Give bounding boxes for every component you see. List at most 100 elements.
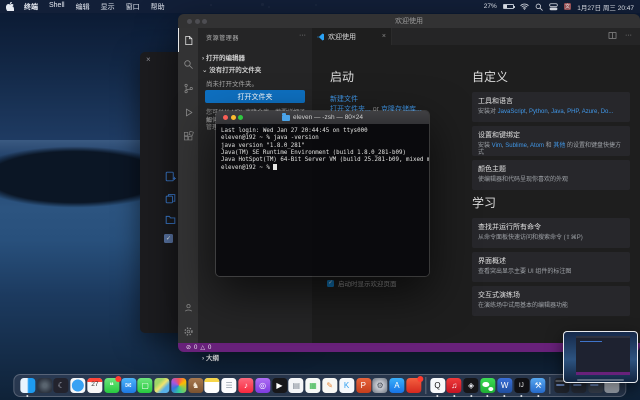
dock-item-dark-app-icon[interactable]: ◈	[464, 378, 479, 393]
dock-item-numbers-icon[interactable]: ▦	[306, 378, 321, 393]
search-icon[interactable]	[178, 52, 198, 76]
sidebar-more-icon[interactable]: ···	[299, 32, 306, 39]
welcome-card[interactable]: 交互式演练场在演练场中试用基本的编辑器功能	[472, 286, 630, 316]
dock-item-facetime-icon[interactable]: ▢	[138, 378, 153, 393]
dock-item-music-icon[interactable]: ♪	[238, 378, 253, 393]
menu-bar-menus: 终端 Shell 编辑 显示 窗口 帮助	[24, 2, 176, 12]
dock-item-xcode-icon[interactable]: ⚒	[531, 378, 546, 393]
dock-item-tv-icon[interactable]: ▶	[272, 378, 287, 393]
window-controls[interactable]	[223, 115, 243, 120]
battery-icon[interactable]	[503, 4, 514, 10]
dock-item-podcasts-icon[interactable]: ◎	[255, 378, 270, 393]
dock-item-red-app-icon[interactable]	[406, 378, 421, 393]
open-files-icon[interactable]	[165, 191, 176, 202]
menu-显示[interactable]: 显示	[101, 2, 115, 12]
menu-帮助[interactable]: 帮助	[151, 2, 165, 12]
screenshot-preview-thumbnail[interactable]	[563, 331, 638, 383]
running-indicator	[504, 395, 506, 397]
welcome-card[interactable]: 颜色主题使编辑器和代码呈现你喜欢的外观	[472, 160, 630, 190]
account-icon[interactable]	[178, 295, 198, 319]
start-heading: 启动	[330, 68, 354, 85]
tab-welcome[interactable]: 欢迎使用 ×	[312, 28, 392, 45]
tab-bar: 欢迎使用 × ···	[312, 28, 640, 45]
battery-percent: 27%	[484, 3, 497, 10]
open-folder-button[interactable]: 打开文件夹	[205, 90, 305, 103]
split-editor-icon[interactable]	[608, 31, 617, 40]
dock-item-notes-icon[interactable]	[205, 378, 220, 393]
dock-item-pages-icon[interactable]: ✎	[322, 378, 337, 393]
terminal-titlebar[interactable]: eleven — -zsh — 80×24	[216, 111, 429, 124]
dock-item-qq-icon[interactable]: Q	[430, 378, 445, 393]
terminal-line: Java(TM) SE Runtime Environment (build 1…	[221, 150, 424, 157]
dock: ☾ 27❝✉▢ ♞ ☰♪◎▶▤▦✎KP⚙A Q♫◈ WIJ⚒	[13, 374, 626, 397]
input-method-icon[interactable]: 文	[564, 3, 572, 11]
dock-item-system-preferences-icon[interactable]: ⚙	[373, 378, 388, 393]
editor-more-icon[interactable]: ···	[625, 32, 632, 39]
control-center-icon[interactable]	[549, 3, 558, 11]
running-indicator	[537, 395, 539, 397]
apple-menu-icon[interactable]	[6, 2, 14, 11]
open-editors-section[interactable]: › 打开的编辑器	[202, 52, 245, 62]
vscode-titlebar[interactable]: 欢迎使用	[178, 14, 640, 28]
dock-item-preview-icon[interactable]: ▤	[289, 378, 304, 393]
dock-item-app-store-icon[interactable]: A	[389, 378, 404, 393]
menu-编辑[interactable]: 编辑	[76, 2, 90, 12]
welcome-card[interactable]: 界面概述查看突出显示主要 UI 组件的标注图	[472, 252, 630, 282]
run-debug-icon[interactable]	[178, 100, 198, 124]
no-folder-section[interactable]: ⌄ 没有打开的文件夹	[202, 64, 261, 74]
dock-item-netease-music-icon[interactable]: ♫	[447, 378, 462, 393]
folder-proxy-icon	[282, 115, 290, 121]
terminal-content[interactable]: Last login: Wed Jan 27 20:44:45 on ttys0…	[216, 124, 429, 277]
menu-终端[interactable]: 终端	[24, 2, 38, 12]
background-checkbox[interactable]: ✓	[164, 234, 173, 243]
no-folder-text: 尚未打开文件夹。	[206, 78, 258, 88]
show-welcome-checkbox[interactable]: ✓ 启动时显示欢迎页面	[327, 278, 397, 288]
running-indicator	[470, 395, 472, 397]
dock-item-intellij-idea-icon[interactable]: IJ	[514, 378, 529, 393]
dock-item-finder-icon[interactable]	[20, 378, 35, 393]
learn-heading: 学习	[472, 194, 496, 211]
welcome-card[interactable]: 工具和语言安装对 JavaScript, Python, Java, PHP, …	[472, 92, 630, 122]
dock-item-photos-icon[interactable]	[171, 378, 186, 393]
menu-Shell[interactable]: Shell	[49, 2, 65, 12]
dock-item-powerpoint-icon[interactable]: P	[356, 378, 371, 393]
new-file-icon[interactable]	[165, 169, 176, 180]
folder-icon[interactable]	[165, 212, 176, 223]
dock-item-keynote-icon[interactable]: K	[339, 378, 354, 393]
source-control-icon[interactable]	[178, 76, 198, 100]
welcome-card[interactable]: 设置和键绑定安装 Vim, Sublime, Atom 和 其他 的设置和键盘快…	[472, 126, 630, 156]
explorer-icon[interactable]	[178, 28, 198, 52]
dock-item-calendar-icon[interactable]: 27	[87, 378, 102, 393]
settings-gear-icon[interactable]	[178, 319, 198, 343]
terminal-window[interactable]: eleven — -zsh — 80×24 Last login: Wed Ja…	[215, 110, 430, 277]
dock-item-reminders-icon[interactable]: ☰	[222, 378, 237, 393]
search-icon[interactable]	[535, 3, 543, 11]
dock-item-messages-icon[interactable]: ❝	[104, 378, 119, 393]
welcome-card[interactable]: 查找并运行所有命令从命令面板快速访问和搜索命令 (⇧⌘P)	[472, 218, 630, 248]
menu-bar-clock[interactable]: 1月27日 周三 20:47	[577, 2, 634, 12]
problems-indicator[interactable]: ⊘0 △0	[186, 344, 211, 351]
tab-close-icon[interactable]: ×	[382, 33, 386, 40]
dock-item-launchpad-icon[interactable]	[37, 378, 52, 393]
menu-窗口[interactable]: 窗口	[126, 2, 140, 12]
dock-item-word-icon[interactable]: W	[497, 378, 512, 393]
terminal-line: eleven@192 ~ %	[221, 164, 424, 172]
card-description: 安装 Vim, Sublime, Atom 和 其他 的设置和键盘快捷方式	[478, 143, 624, 157]
close-icon[interactable]: ×	[146, 55, 151, 64]
card-description: 查看突出显示主要 UI 组件的标注图	[478, 269, 624, 276]
card-title: 查找并运行所有命令	[478, 222, 624, 232]
dock-item-maps-icon[interactable]	[154, 378, 169, 393]
dock-item-dark-moon-app-icon[interactable]: ☾	[54, 378, 69, 393]
preview-mini-dock	[577, 379, 624, 381]
wifi-icon[interactable]	[520, 3, 529, 10]
dock-item-wechat-icon[interactable]	[480, 378, 495, 393]
dock-item-safari-icon[interactable]	[71, 378, 86, 393]
notification-badge	[115, 376, 121, 382]
zoom-button	[202, 19, 207, 24]
dock-item-mail-icon[interactable]: ✉	[121, 378, 136, 393]
dock-item-chess-icon[interactable]: ♞	[188, 378, 203, 393]
activity-bar	[178, 28, 198, 343]
checkbox-check-icon[interactable]: ✓	[327, 280, 334, 287]
window-controls[interactable]	[187, 19, 207, 24]
extensions-icon[interactable]	[178, 124, 198, 148]
